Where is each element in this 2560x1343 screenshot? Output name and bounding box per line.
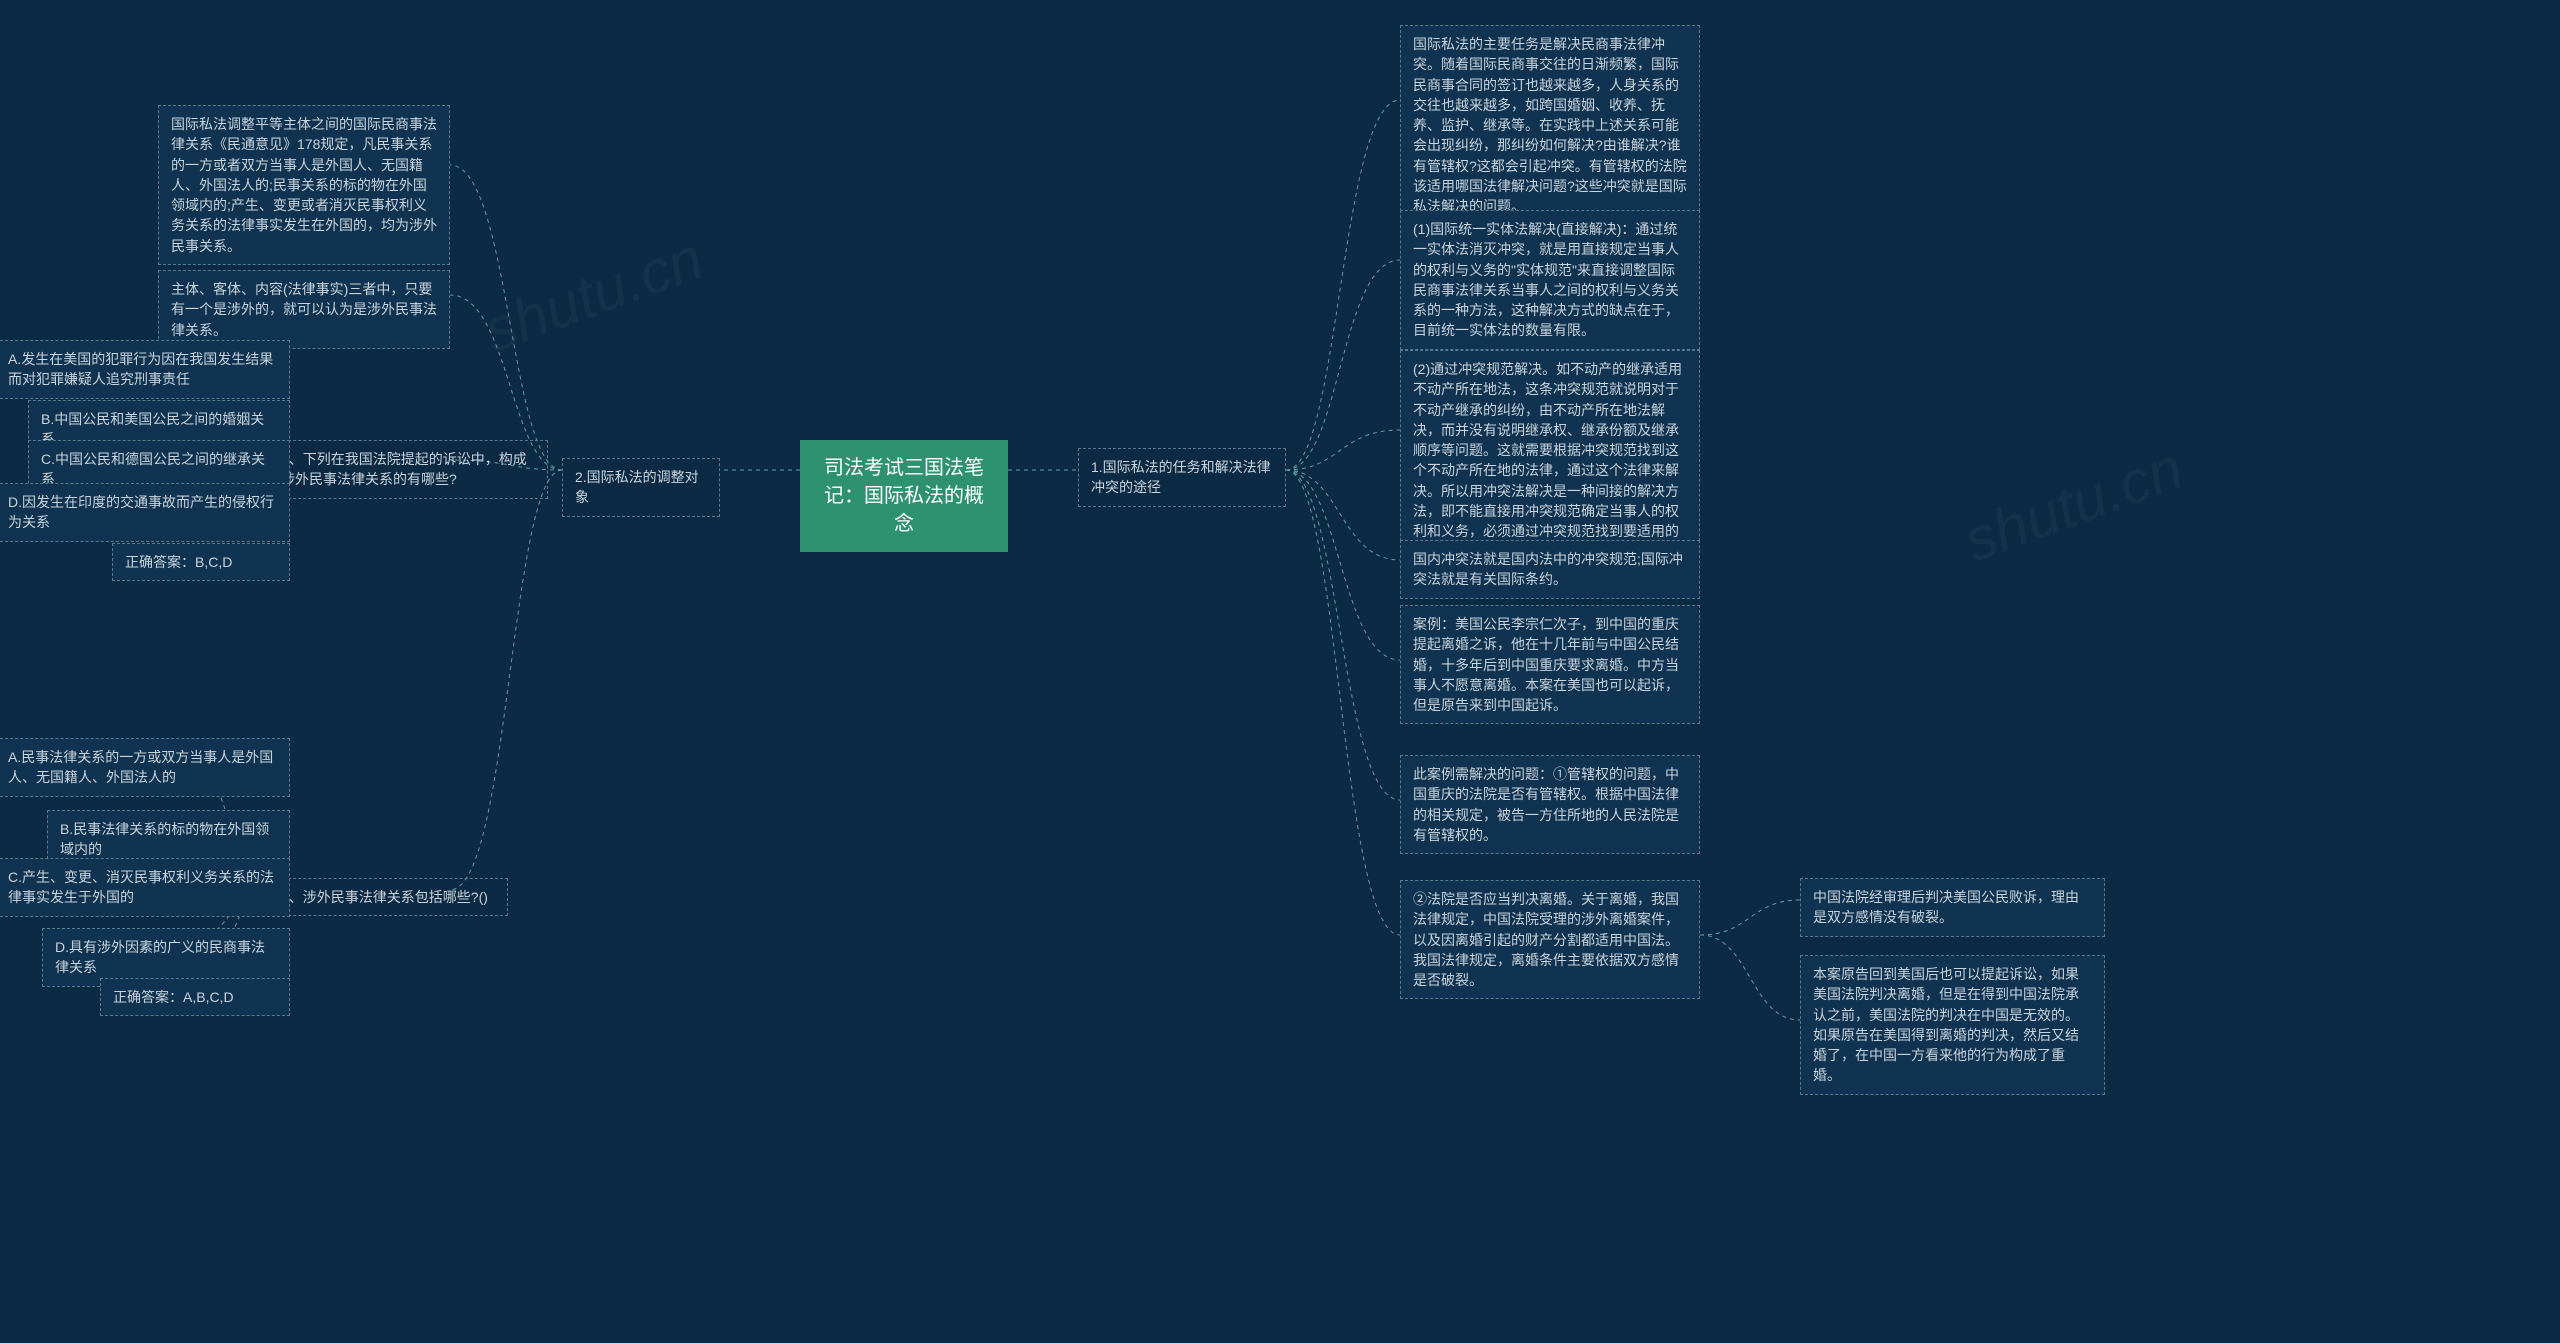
branch-2-item-0[interactable]: 国际私法调整平等主体之间的国际民商事法律关系《民通意见》178规定，凡民事关系的… [158, 105, 450, 265]
branch-1-title[interactable]: 1.国际私法的任务和解决法律冲突的途径 [1078, 448, 1286, 507]
watermark: shutu.cn [1955, 433, 2192, 575]
branch-2-title[interactable]: 2.国际私法的调整对象 [562, 458, 720, 517]
center-topic[interactable]: 司法考试三国法笔记：国际私法的概念 [800, 440, 1008, 552]
q2-answer[interactable]: 正确答案：A,B,C,D [100, 978, 290, 1016]
q1-answer[interactable]: 正确答案：B,C,D [112, 543, 290, 581]
question-1[interactable]: 1、下列在我国法院提起的诉讼中，构成涉外民事法律关系的有哪些? [268, 440, 548, 499]
branch-1-item-5[interactable]: 此案例需解决的问题：①管辖权的问题，中国重庆的法院是否有管辖权。根据中国法律的相… [1400, 755, 1700, 854]
branch-1-item-0[interactable]: 国际私法的主要任务是解决民商事法律冲突。随着国际民商事交往的日渐频繁，国际民商事… [1400, 25, 1700, 226]
q2-option-a[interactable]: A.民事法律关系的一方或双方当事人是外国人、无国籍人、外国法人的 [0, 738, 290, 797]
q1-option-a[interactable]: A.发生在美国的犯罪行为因在我国发生结果而对犯罪嫌疑人追究刑事责任 [0, 340, 290, 399]
branch-1-item-3[interactable]: 国内冲突法就是国内法中的冲突规范;国际冲突法就是有关国际条约。 [1400, 540, 1700, 599]
branch-1-item-1[interactable]: (1)国际统一实体法解决(直接解决)：通过统一实体法消灭冲突，就是用直接规定当事… [1400, 210, 1700, 350]
q2-option-c[interactable]: C.产生、变更、消灭民事权利义务关系的法律事实发生于外国的 [0, 858, 290, 917]
branch-2-item-1[interactable]: 主体、客体、内容(法律事实)三者中，只要有一个是涉外的，就可以认为是涉外民事法律… [158, 270, 450, 349]
branch-1-item-2[interactable]: (2)通过冲突规范解决。如不动产的继承适用不动产所在地法，这条冲突规范就说明对于… [1400, 350, 1700, 571]
q1-option-d[interactable]: D.因发生在印度的交通事故而产生的侵权行为关系 [0, 483, 290, 542]
branch-1-item-6-child-0[interactable]: 中国法院经审理后判决美国公民败诉，理由是双方感情没有破裂。 [1800, 878, 2105, 937]
question-2[interactable]: 2、涉外民事法律关系包括哪些?() [268, 878, 508, 916]
branch-1-item-6-child-1[interactable]: 本案原告回到美国后也可以提起诉讼，如果美国法院判决离婚，但是在得到中国法院承认之… [1800, 955, 2105, 1095]
branch-1-item-4[interactable]: 案例：美国公民李宗仁次子，到中国的重庆提起离婚之诉，他在十几年前与中国公民结婚，… [1400, 605, 1700, 724]
watermark: shutu.cn [475, 223, 712, 365]
branch-1-item-6[interactable]: ②法院是否应当判决离婚。关于离婚，我国法律规定，中国法院受理的涉外离婚案件，以及… [1400, 880, 1700, 999]
